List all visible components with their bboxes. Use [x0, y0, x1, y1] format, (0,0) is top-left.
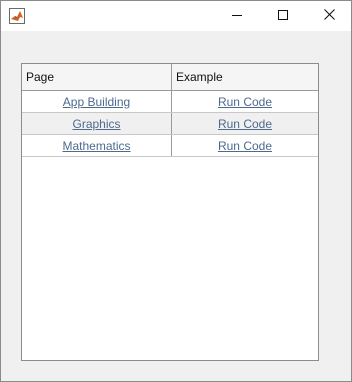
- close-icon: [323, 7, 335, 25]
- run-code-link[interactable]: Run Code: [218, 95, 272, 109]
- page-link-mathematics[interactable]: Mathematics: [62, 139, 130, 153]
- table-row: Graphics Run Code: [22, 113, 318, 135]
- example-cell: Run Code: [172, 91, 318, 112]
- column-header-page[interactable]: Page: [22, 64, 172, 90]
- table-row: App Building Run Code: [22, 91, 318, 113]
- run-code-link[interactable]: Run Code: [218, 117, 272, 131]
- example-cell: Run Code: [172, 135, 318, 156]
- table-header-row: Page Example: [22, 64, 318, 91]
- page-cell: App Building: [22, 91, 172, 112]
- page-cell: Mathematics: [22, 135, 172, 156]
- title-bar: [1, 1, 351, 31]
- matlab-logo-icon: [9, 8, 25, 24]
- minimize-icon: [232, 7, 242, 25]
- close-button[interactable]: [306, 1, 352, 31]
- page-link-graphics[interactable]: Graphics: [72, 117, 120, 131]
- page-cell: Graphics: [22, 113, 172, 134]
- maximize-button[interactable]: [260, 1, 306, 31]
- maximize-icon: [278, 7, 288, 25]
- column-header-example[interactable]: Example: [172, 64, 318, 90]
- minimize-button[interactable]: [214, 1, 260, 31]
- app-window: Page Example App Building Run Code Graph…: [0, 0, 352, 382]
- example-cell: Run Code: [172, 113, 318, 134]
- run-code-link[interactable]: Run Code: [218, 139, 272, 153]
- data-table: Page Example App Building Run Code Graph…: [21, 63, 319, 361]
- table-row: Mathematics Run Code: [22, 135, 318, 157]
- page-link-app-building[interactable]: App Building: [63, 95, 130, 109]
